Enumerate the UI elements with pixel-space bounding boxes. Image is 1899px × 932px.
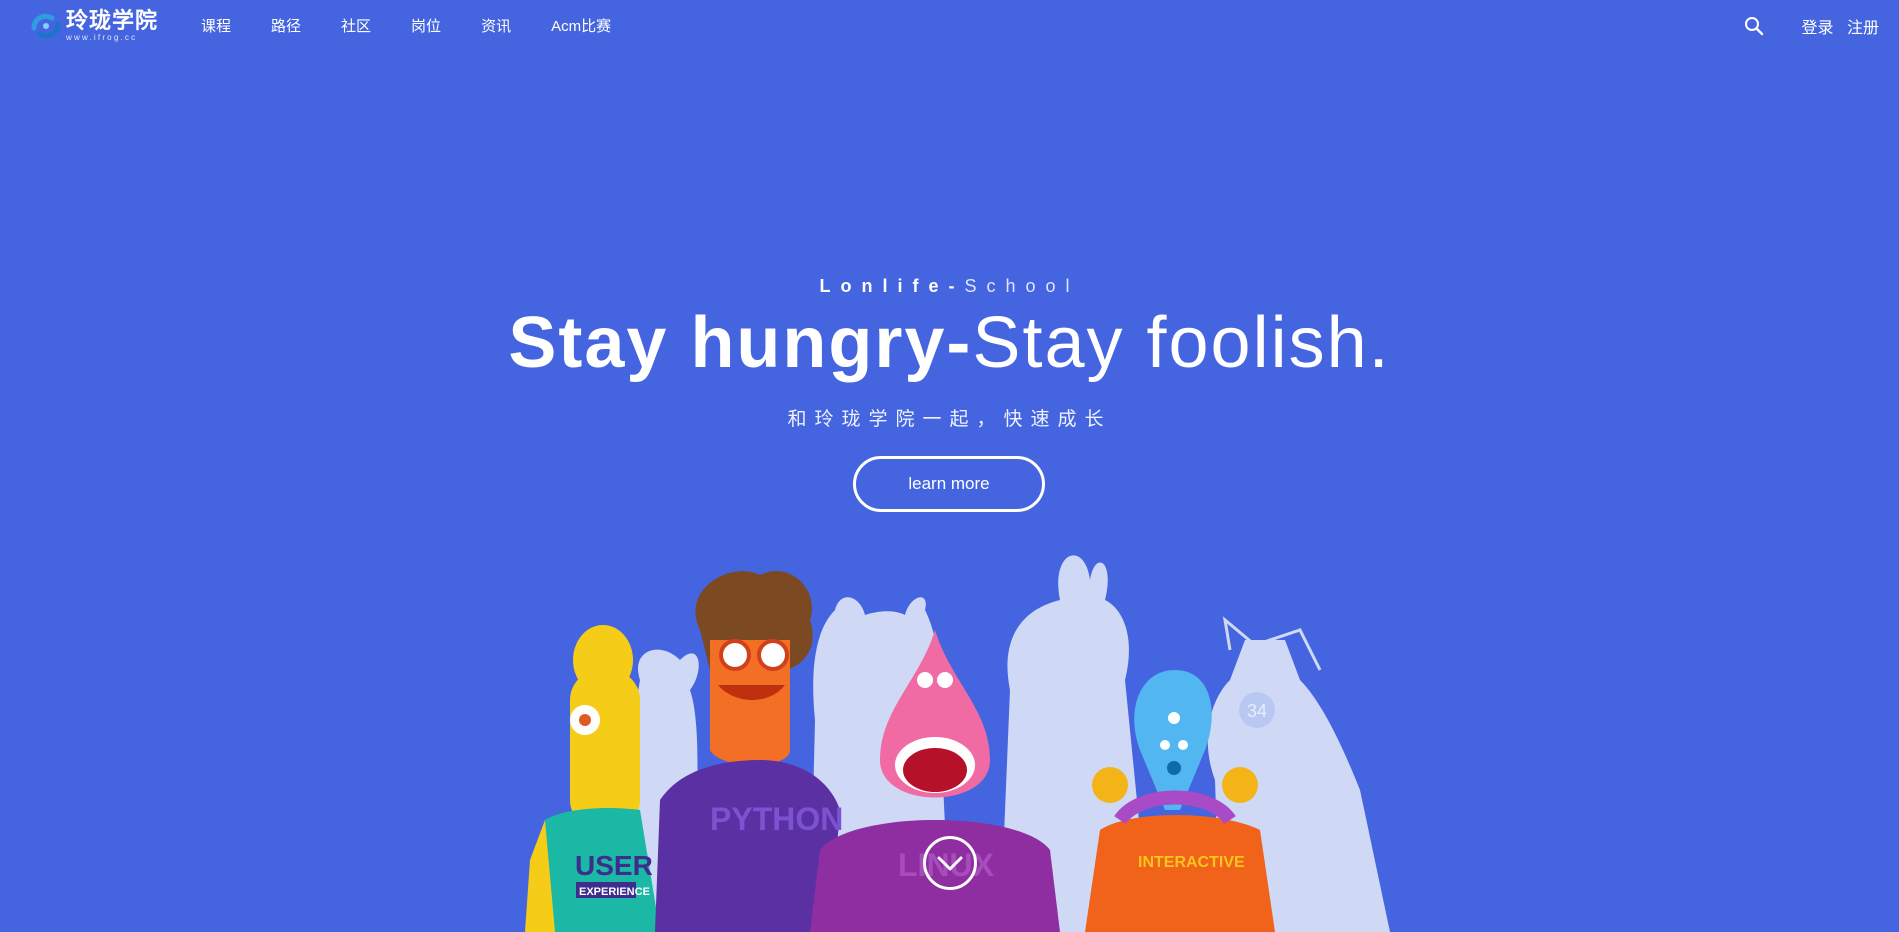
- main-nav: 课程 路径 社区 岗位 资讯 Acm比赛: [201, 18, 651, 36]
- login-link[interactable]: 登录: [1802, 20, 1834, 37]
- logo-text: 玲珑学院 www.ifrog.cc: [66, 10, 158, 42]
- nav-item-news[interactable]: 资讯: [481, 18, 511, 36]
- brand-url: www.ifrog.cc: [66, 33, 138, 42]
- ifrog-logo-icon: [31, 13, 61, 39]
- nav-item-community[interactable]: 社区: [341, 18, 371, 36]
- top-navigation: 玲珑学院 www.ifrog.cc 课程 路径 社区 岗位 资讯 Acm比赛 登…: [0, 0, 1899, 56]
- shirt-interactive: INTERACTIVE: [1138, 854, 1245, 871]
- kicker-bold: Lonlife-: [819, 276, 965, 296]
- nav-item-jobs[interactable]: 岗位: [411, 18, 441, 36]
- learn-more-button[interactable]: learn more: [853, 456, 1045, 512]
- scroll-down-button[interactable]: [923, 836, 977, 890]
- nav-item-courses[interactable]: 课程: [201, 18, 231, 36]
- kicker-light: School: [964, 276, 1080, 296]
- shirt-experience: EXPERIENCE: [579, 886, 650, 898]
- headline-light: Stay foolish.: [972, 303, 1391, 383]
- nav-item-paths[interactable]: 路径: [271, 18, 301, 36]
- hero-subtitle: 和玲珑学院一起，快速成长: [787, 409, 1112, 430]
- nav-item-acm[interactable]: Acm比赛: [551, 18, 611, 36]
- hero-kicker: Lonlife-School: [0, 276, 1899, 297]
- shirt-user: USER: [575, 850, 653, 881]
- site-logo[interactable]: 玲珑学院 www.ifrog.cc: [28, 10, 158, 42]
- shirt-python: PYTHON: [710, 801, 843, 837]
- headline-bold: Stay hungry-: [508, 303, 973, 383]
- register-link[interactable]: 注册: [1847, 20, 1879, 37]
- header-actions: 登录 注册: [1743, 14, 1879, 38]
- badge-text: 34: [1247, 701, 1267, 721]
- hero-headline: Stay hungry-Stay foolish.: [0, 302, 1899, 384]
- chevron-down-icon: [937, 856, 963, 871]
- search-icon[interactable]: [1743, 15, 1765, 37]
- brand-name: 玲珑学院: [66, 8, 159, 33]
- auth-links: 登录 注册: [1793, 14, 1879, 38]
